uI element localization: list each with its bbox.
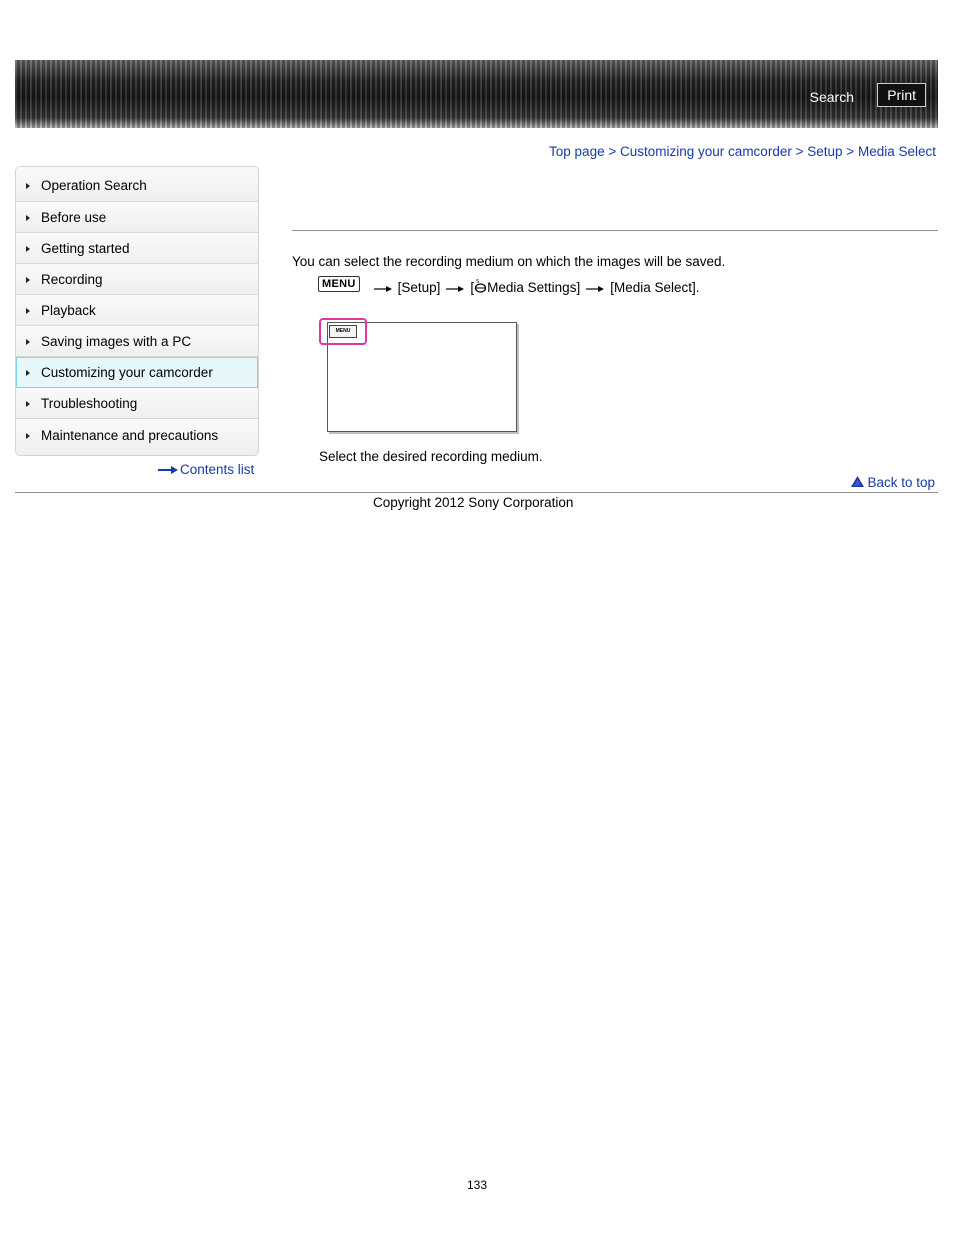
sidebar-item-troubleshooting[interactable]: Troubleshooting (16, 388, 258, 419)
breadcrumb-separator: > (608, 144, 617, 159)
arrow-right-icon (158, 462, 178, 477)
breadcrumb-media-select[interactable]: Media Select (858, 144, 936, 159)
intro-text: You can select the recording medium on w… (292, 254, 726, 269)
contents-list-label: Contents list (180, 462, 255, 477)
triangle-right-icon (26, 215, 30, 221)
sidebar-item-label: Troubleshooting (41, 395, 138, 411)
triangle-right-icon (26, 308, 30, 314)
sidebar-item-customizing[interactable]: Customizing your camcorder (16, 357, 258, 388)
copyright-text: Copyright 2012 Sony Corporation (373, 495, 574, 510)
triangle-right-icon (26, 246, 30, 252)
menu-steps: MENU [Setup] [ S Media Settings] [Media … (318, 276, 700, 296)
step-media-select: [Media Select]. (610, 279, 700, 295)
sidebar-item-recording[interactable]: Recording (16, 264, 258, 295)
back-to-top-link[interactable]: Back to top (851, 475, 935, 490)
footer-divider (15, 492, 938, 493)
sidebar-item-getting-started[interactable]: Getting started (16, 233, 258, 264)
page-number: 133 (466, 1178, 488, 1192)
media-settings-icon: S (474, 278, 487, 296)
breadcrumb: Top page > Customizing your camcorder > … (549, 144, 936, 159)
title-divider (292, 230, 938, 231)
arrow-icon (446, 280, 465, 295)
sidebar-item-label: Playback (41, 302, 96, 318)
search-link[interactable]: Search (810, 89, 854, 105)
sidebar-item-label: Recording (41, 271, 103, 287)
triangle-right-icon (26, 339, 30, 345)
step-setup: [Setup] (397, 279, 441, 295)
sidebar-item-label: Operation Search (41, 177, 147, 193)
arrow-icon (586, 280, 605, 295)
sidebar-item-before-use[interactable]: Before use (16, 202, 258, 233)
breadcrumb-top-page[interactable]: Top page (549, 144, 605, 159)
sidebar-item-operation-search[interactable]: Operation Search (16, 167, 258, 202)
triangle-right-icon (26, 277, 30, 283)
header-bar: Search Print (15, 60, 938, 128)
step-instruction: Select the desired recording medium. (319, 449, 543, 464)
triangle-right-icon (26, 183, 30, 189)
sidebar-nav: Operation Search Before use Getting star… (15, 166, 259, 456)
sidebar-item-playback[interactable]: Playback (16, 295, 258, 326)
breadcrumb-separator: > (795, 144, 804, 159)
sidebar-item-label: Maintenance and precautions (41, 427, 219, 443)
menu-key-icon: MENU (318, 276, 360, 292)
sidebar-item-saving-images[interactable]: Saving images with a PC (16, 326, 258, 357)
menu-highlight-frame (319, 318, 367, 345)
triangle-right-icon (26, 433, 30, 439)
triangle-right-icon (26, 401, 30, 407)
sidebar-item-label: Saving images with a PC (41, 333, 192, 349)
sidebar-item-label: Customizing your camcorder (41, 364, 213, 380)
sidebar-item-label: Getting started (41, 240, 130, 256)
sidebar-item-label: Before use (41, 209, 107, 225)
arrow-icon (373, 280, 392, 295)
print-button[interactable]: Print (877, 83, 926, 107)
step-media-settings: Media Settings] (487, 279, 581, 295)
breadcrumb-setup[interactable]: Setup (807, 144, 842, 159)
contents-list-link[interactable]: Contents list (158, 462, 254, 477)
triangle-up-icon (851, 475, 867, 490)
back-to-top-label: Back to top (867, 475, 935, 490)
breadcrumb-separator: > (846, 144, 855, 159)
triangle-right-icon (26, 370, 30, 376)
sidebar-item-maintenance[interactable]: Maintenance and precautions (16, 419, 258, 455)
breadcrumb-customizing[interactable]: Customizing your camcorder (620, 144, 792, 159)
